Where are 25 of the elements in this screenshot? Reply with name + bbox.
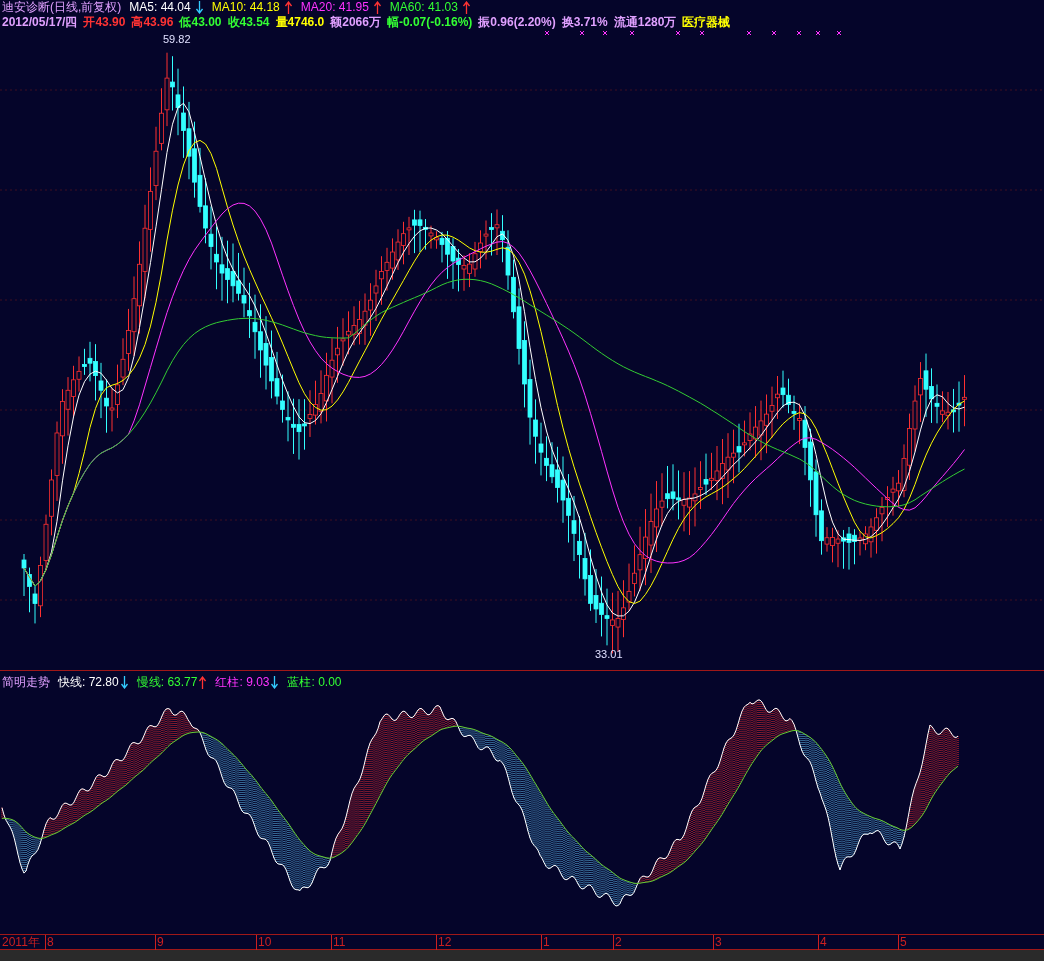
quote-field: 额2066万 bbox=[330, 15, 381, 30]
quote-field: 收43.54 bbox=[227, 15, 270, 30]
indicator-value: 蓝柱: 0.00 bbox=[287, 675, 342, 690]
axis-year-label: 2011年 bbox=[2, 935, 40, 950]
low-price-label: 33.01 bbox=[595, 647, 623, 662]
indicator-value: 快线: 72.80 bbox=[58, 675, 119, 690]
quote-field: 医疗器械 bbox=[682, 15, 731, 30]
quote-field: 低43.00 bbox=[179, 15, 222, 30]
quote-field: 2012/05/17/四 bbox=[2, 15, 78, 30]
indicator-value: 红柱: 9.03 bbox=[215, 675, 270, 690]
quote-field: 流通1280万 bbox=[613, 15, 677, 30]
quote-field: 幅-0.07(-0.16%) bbox=[386, 15, 473, 30]
stock-title: 迪安诊断(日线,前复权) bbox=[2, 0, 122, 15]
indicator-value: 慢线: 63.77 bbox=[136, 675, 198, 690]
moving-average-value: MA5: 44.04 bbox=[129, 0, 191, 15]
moving-average-value: MA20: 41.95 bbox=[300, 0, 369, 15]
moving-average-value: MA60: 41.03 bbox=[389, 0, 458, 15]
quote-field: 高43.96 bbox=[131, 15, 174, 30]
high-price-label: 59.82 bbox=[163, 32, 191, 47]
indicator-name: 简明走势 bbox=[2, 675, 50, 690]
quote-field: 开43.90 bbox=[83, 15, 126, 30]
quote-field: 振0.96(2.20%) bbox=[478, 15, 556, 30]
quote-field: 换3.71% bbox=[561, 15, 608, 30]
moving-average-value: MA10: 44.18 bbox=[211, 0, 280, 15]
quote-field: 量4746.0 bbox=[275, 15, 325, 30]
